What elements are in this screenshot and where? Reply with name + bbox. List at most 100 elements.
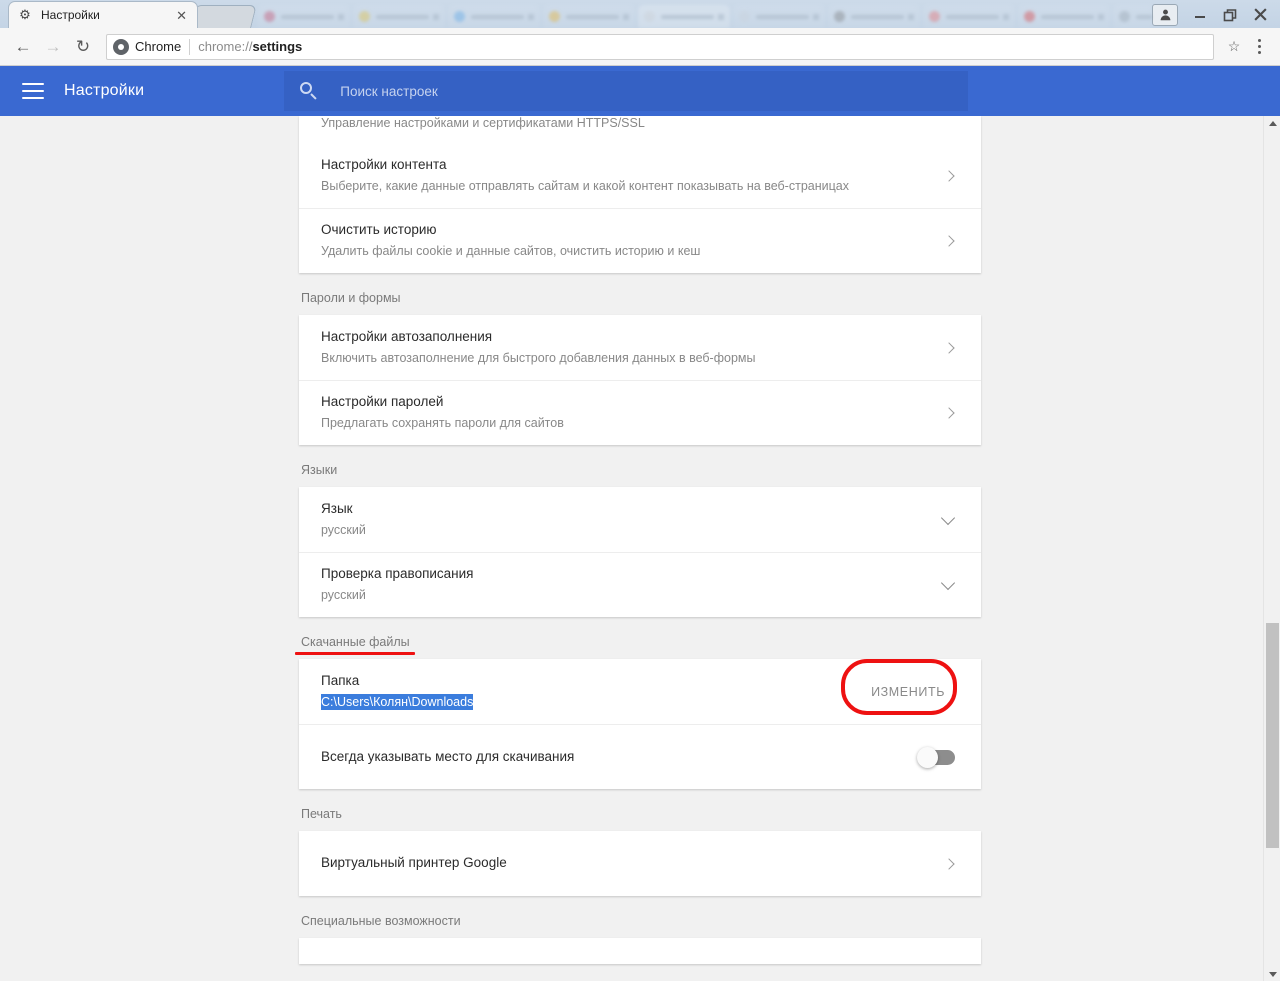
arrow-left-icon[interactable]: ← [8, 32, 38, 62]
change-folder-button[interactable]: ИЗМЕНИТЬ [857, 675, 959, 709]
list-item[interactable] [923, 5, 1015, 28]
reload-icon[interactable]: ↻ [68, 32, 98, 62]
close-icon[interactable]: ✕ [174, 9, 189, 22]
card-downloads: Папка C:\Users\Колян\Downloads ИЗМЕНИТЬ … [299, 658, 981, 789]
arrow-right-icon[interactable]: → [38, 32, 68, 62]
scrollbar-thumb[interactable] [1266, 623, 1279, 848]
favicon [929, 11, 940, 22]
tab-label [851, 14, 904, 19]
row-download-folder[interactable]: Папка C:\Users\Колян\Downloads ИЗМЕНИТЬ [299, 658, 981, 724]
close-icon[interactable] [623, 13, 629, 20]
row-subtitle: Управление настройками и сертификатами H… [321, 116, 645, 130]
row-subtitle: Удалить файлы cookie и данные сайтов, оч… [321, 244, 701, 259]
tab-label [1041, 14, 1094, 19]
section-label-languages: Языки [301, 463, 338, 477]
browser-tab-active[interactable]: ⚙ Настройки ✕ [8, 1, 198, 28]
window-close-icon[interactable] [1246, 5, 1274, 25]
list-item[interactable] [733, 5, 825, 28]
close-icon[interactable] [1098, 13, 1104, 20]
list-item[interactable] [448, 5, 540, 28]
close-icon[interactable] [908, 13, 914, 20]
tab-label [471, 14, 524, 19]
three-dots-icon[interactable] [1246, 32, 1272, 62]
hamburger-icon[interactable] [22, 83, 44, 99]
list-item[interactable] [828, 5, 920, 28]
scroll-down-icon[interactable] [1264, 967, 1280, 981]
star-icon[interactable]: ☆ [1222, 38, 1246, 55]
minimize-icon[interactable] [1186, 5, 1214, 25]
tab-label [661, 14, 714, 19]
tab-strip: ⚙ Настройки ✕ [0, 0, 1280, 28]
change-folder-button-wrap: ИЗМЕНИТЬ [841, 658, 959, 715]
new-tab-icon[interactable] [189, 5, 257, 28]
favicon [264, 11, 275, 22]
maximize-icon[interactable] [1216, 5, 1244, 25]
card-passwords: Настройки автозаполнения Включить автоза… [299, 315, 981, 445]
list-item[interactable] [543, 5, 635, 28]
favicon [1119, 11, 1130, 22]
close-icon[interactable] [1003, 13, 1009, 20]
row-text: Настройки контента Выберите, какие данны… [321, 155, 945, 197]
section-label-text: Скачанные файлы [301, 635, 410, 649]
card-printing: Виртуальный принтер Google [299, 831, 981, 896]
row-title: Язык [321, 500, 353, 516]
list-item[interactable] [258, 5, 350, 28]
section-label-printing: Печать [301, 807, 342, 821]
card-languages: Язык русский Проверка правописания русск… [299, 487, 981, 617]
row-subtitle: русский [321, 588, 366, 603]
row-subtitle: Выберите, какие данные отправлять сайтам… [321, 178, 849, 193]
toggle-knob [917, 746, 938, 768]
tab-label [281, 14, 334, 19]
list-item[interactable] [638, 5, 730, 28]
settings-content: Управление настройками и сертификатами H… [0, 116, 1280, 981]
list-item[interactable] [1018, 5, 1110, 28]
row-ask-download-location[interactable]: Всегда указывать место для скачивания [299, 724, 981, 789]
list-item[interactable] [1113, 5, 1152, 28]
favicon [834, 11, 845, 22]
chevron-down-icon [940, 575, 956, 591]
list-item[interactable] [353, 5, 445, 28]
table-row[interactable]: Управление настройками и сертификатами H… [299, 116, 981, 143]
row-title: Настройки автозаполнения [321, 328, 493, 344]
chevron-right-icon [943, 235, 955, 247]
row-password-settings[interactable]: Настройки паролей Предлагать сохранять п… [299, 380, 981, 445]
row-text: Настройки паролей Предлагать сохранять п… [321, 392, 945, 434]
row-autofill-settings[interactable]: Настройки автозаполнения Включить автоза… [299, 315, 981, 380]
close-icon[interactable] [338, 13, 344, 20]
window-controls [1152, 1, 1280, 28]
search-input[interactable]: Поиск настроек [284, 71, 969, 111]
chevron-right-icon [943, 857, 955, 870]
scrollbar[interactable] [1263, 116, 1280, 981]
row-text: Проверка правописания русский [321, 564, 943, 606]
address-bar[interactable]: Chrome chrome://settings [106, 33, 1214, 60]
chevron-right-icon [943, 169, 955, 182]
close-icon[interactable] [813, 13, 819, 20]
close-icon[interactable] [528, 13, 534, 20]
search-icon [300, 82, 318, 100]
url-prefix: chrome:// [198, 39, 253, 54]
background-tabs[interactable] [258, 1, 1152, 28]
scroll-up-icon[interactable] [1264, 116, 1280, 130]
omnibox-scheme-label: Chrome [135, 39, 182, 54]
row-title: Папка [321, 672, 360, 688]
card-accessibility [299, 938, 981, 964]
gear-icon: ⚙ [19, 7, 31, 22]
row-language[interactable]: Язык русский [299, 487, 981, 552]
person-icon[interactable] [1152, 3, 1178, 26]
tab-label [1136, 14, 1152, 19]
row-content-settings[interactable]: Настройки контента Выберите, какие данны… [299, 143, 981, 208]
section-label-passwords: Пароли и формы [301, 291, 401, 305]
row-google-cloud-print[interactable]: Виртуальный принтер Google [299, 831, 981, 896]
row-spellcheck[interactable]: Проверка правописания русский [299, 552, 981, 617]
row-title: Проверка правописания [321, 566, 474, 582]
settings-page: Управление настройками и сертификатами H… [295, 116, 981, 964]
close-icon[interactable] [433, 13, 439, 20]
card-privacy: Управление настройками и сертификатами H… [299, 116, 981, 273]
favicon [644, 11, 655, 22]
close-icon[interactable] [718, 13, 724, 20]
row-clear-history[interactable]: Очистить историю Удалить файлы cookie и … [299, 208, 981, 273]
search-placeholder: Поиск настроек [340, 83, 438, 99]
tab-label [756, 14, 809, 19]
row-text: Язык русский [321, 499, 943, 541]
ask-download-location-toggle[interactable] [917, 746, 955, 768]
